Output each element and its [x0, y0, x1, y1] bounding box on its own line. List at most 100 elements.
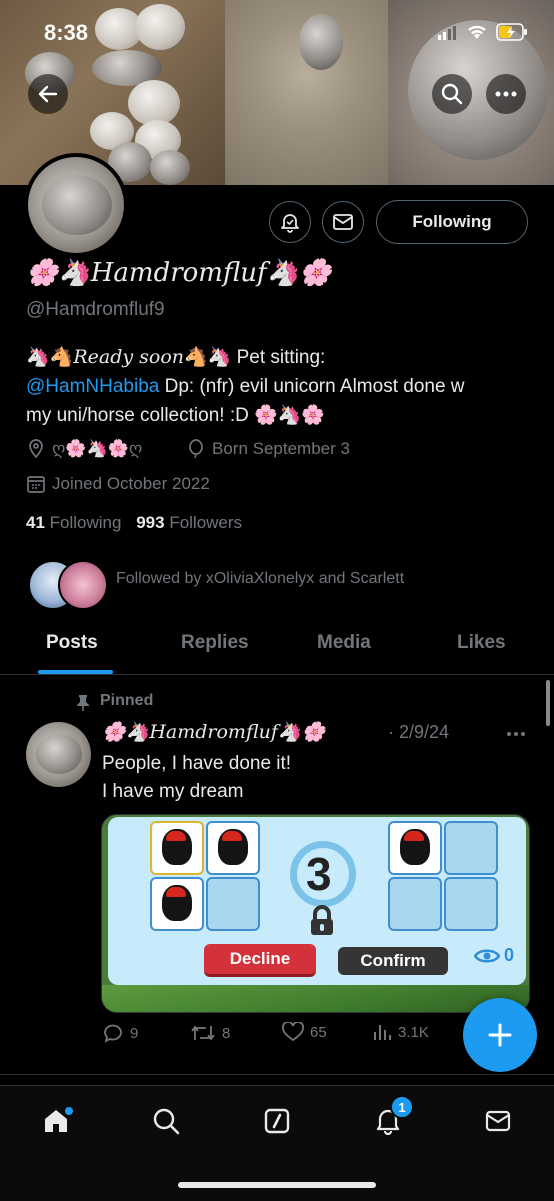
- name-emoji-suffix: 🦄🌸: [266, 258, 332, 288]
- post-more-button[interactable]: [506, 724, 526, 742]
- lock-icon: [308, 905, 336, 942]
- post-media-image[interactable]: 3 Decline Confirm 0: [101, 814, 530, 1013]
- author-name-text: Hamdromfluf: [149, 721, 278, 743]
- post-author-name[interactable]: 🌸🦄Hamdromfluf🦄🌸: [102, 720, 325, 743]
- bio-ready-text: Ready soon: [73, 346, 185, 368]
- search-button[interactable]: [432, 74, 472, 114]
- name-text: Hamdromfluf: [90, 258, 267, 288]
- more-options-button[interactable]: [486, 74, 526, 114]
- views-button[interactable]: 3.1K: [372, 1022, 429, 1042]
- reply-icon: [104, 1024, 122, 1043]
- user-handle: @Hamdromfluf9: [26, 299, 165, 320]
- tab-media[interactable]: Media: [317, 632, 371, 654]
- home-unread-dot: [65, 1107, 73, 1115]
- trade-window: 3 Decline Confirm 0: [108, 817, 526, 985]
- trade-slot: [150, 821, 204, 875]
- notifications-subscribe-button[interactable]: [269, 201, 311, 243]
- nav-messages[interactable]: [478, 1101, 518, 1141]
- pinned-label: Pinned: [100, 692, 154, 709]
- following-label: Following: [49, 513, 122, 532]
- nav-search[interactable]: [146, 1101, 186, 1141]
- notification-badge: 1: [390, 1095, 414, 1119]
- search-icon: [441, 83, 463, 105]
- views-count: 3.1K: [398, 1023, 429, 1041]
- post-author-avatar[interactable]: [26, 722, 91, 787]
- location-pin-icon: [29, 439, 43, 459]
- scrollbar[interactable]: [546, 680, 550, 726]
- followers-label: Followers: [169, 513, 243, 532]
- name-emoji-prefix: 🌸🦄: [26, 258, 91, 288]
- bell-plus-icon: [281, 214, 299, 233]
- followers-count-link[interactable]: 993 Followers: [136, 513, 242, 532]
- bio-emoji-3: 🌸🦄🌸: [248, 405, 326, 426]
- balloon-icon: [189, 439, 203, 459]
- following-button[interactable]: Following: [376, 200, 528, 244]
- follow-counts: 41 Following 993 Followers: [26, 513, 242, 533]
- trade-confirm-button: Confirm: [338, 947, 448, 975]
- profile-bio: 🦄🐴Ready soon🐴🦄 Pet sitting: @HamNHabiba …: [26, 343, 531, 430]
- reply-count: 9: [130, 1024, 139, 1042]
- status-time: 8:38: [44, 20, 89, 45]
- display-name: 🌸🦄Hamdromfluf🦄🌸: [26, 258, 331, 288]
- trade-slot-empty: [388, 877, 442, 931]
- bio-mention-link[interactable]: @HamNHabiba: [26, 376, 159, 397]
- nav-grok[interactable]: [257, 1101, 297, 1141]
- message-button[interactable]: [322, 201, 364, 243]
- trade-decline-button: Decline: [204, 944, 316, 977]
- trade-slot: [206, 821, 260, 875]
- back-button[interactable]: [28, 74, 68, 114]
- nav-notifications[interactable]: 1: [368, 1095, 414, 1141]
- envelope-icon: [485, 1110, 511, 1132]
- battery-charging-icon: [496, 23, 528, 46]
- home-indicator: [178, 1182, 376, 1188]
- author-emoji-prefix: 🌸🦄: [102, 721, 150, 743]
- bio-emoji-2: 🐴🦄: [184, 347, 232, 368]
- post-text: People, I have done it! I have my dream: [102, 750, 291, 806]
- trade-slot-empty: [444, 821, 498, 875]
- tab-replies[interactable]: Replies: [181, 632, 249, 654]
- analytics-bars-icon: [374, 1025, 391, 1040]
- profile-avatar[interactable]: [24, 153, 128, 257]
- author-emoji-suffix: 🦄🌸: [277, 721, 326, 743]
- more-dots-icon: [495, 91, 517, 97]
- post-date[interactable]: · 2/9/24: [388, 722, 449, 743]
- trade-viewers-count: 0: [504, 945, 515, 965]
- compose-post-button[interactable]: [463, 998, 537, 1072]
- bio-text-1: Pet sitting:: [231, 347, 326, 368]
- repost-button[interactable]: 8: [190, 1022, 230, 1044]
- heart-icon: [282, 1022, 304, 1042]
- nav-home[interactable]: [36, 1101, 76, 1141]
- like-button[interactable]: 65: [282, 1022, 327, 1042]
- followed-by-text[interactable]: Followed by xOliviaXlonelyx and Scarlett: [116, 570, 404, 588]
- repost-count: 8: [222, 1024, 231, 1042]
- trade-slot-empty: [206, 877, 260, 931]
- active-tab-indicator: [38, 670, 113, 674]
- wifi-icon: [466, 23, 488, 46]
- status-bar: 8:38: [0, 0, 554, 60]
- joined-text: Joined October 2022: [52, 474, 210, 493]
- bio-emoji: 🦄🐴: [26, 347, 74, 368]
- search-icon: [153, 1108, 180, 1135]
- more-dots-icon: [507, 732, 525, 736]
- trade-counter: 3: [306, 848, 332, 900]
- profile-joined: Joined October 2022: [26, 474, 210, 494]
- envelope-icon: [333, 214, 353, 230]
- trade-bg-grass: [102, 985, 529, 1012]
- bio-text-2: Dp: (nfr) evil unicorn Almost done w: [159, 376, 465, 397]
- profile-location: ღ🌸🦄🌸ღ: [26, 439, 142, 459]
- eye-icon: [474, 949, 500, 962]
- arrow-left-icon: [38, 85, 58, 103]
- post-text-line-1: People, I have done it!: [102, 753, 292, 774]
- post-text-line-2: I have my dream: [102, 781, 244, 802]
- following-count-link[interactable]: 41 Following: [26, 513, 121, 532]
- calendar-icon: [27, 476, 45, 493]
- followers-count: 993: [136, 513, 165, 532]
- trade-viewers: 0: [474, 945, 514, 966]
- reply-button[interactable]: 9: [102, 1022, 138, 1044]
- bio-text-3: my uni/horse collection! :D: [26, 405, 249, 426]
- tab-likes[interactable]: Likes: [457, 632, 506, 654]
- follower-avatar-2: [58, 560, 108, 610]
- grok-slash-icon: [264, 1108, 290, 1134]
- pin-icon: [75, 694, 91, 717]
- tab-posts[interactable]: Posts: [46, 632, 98, 654]
